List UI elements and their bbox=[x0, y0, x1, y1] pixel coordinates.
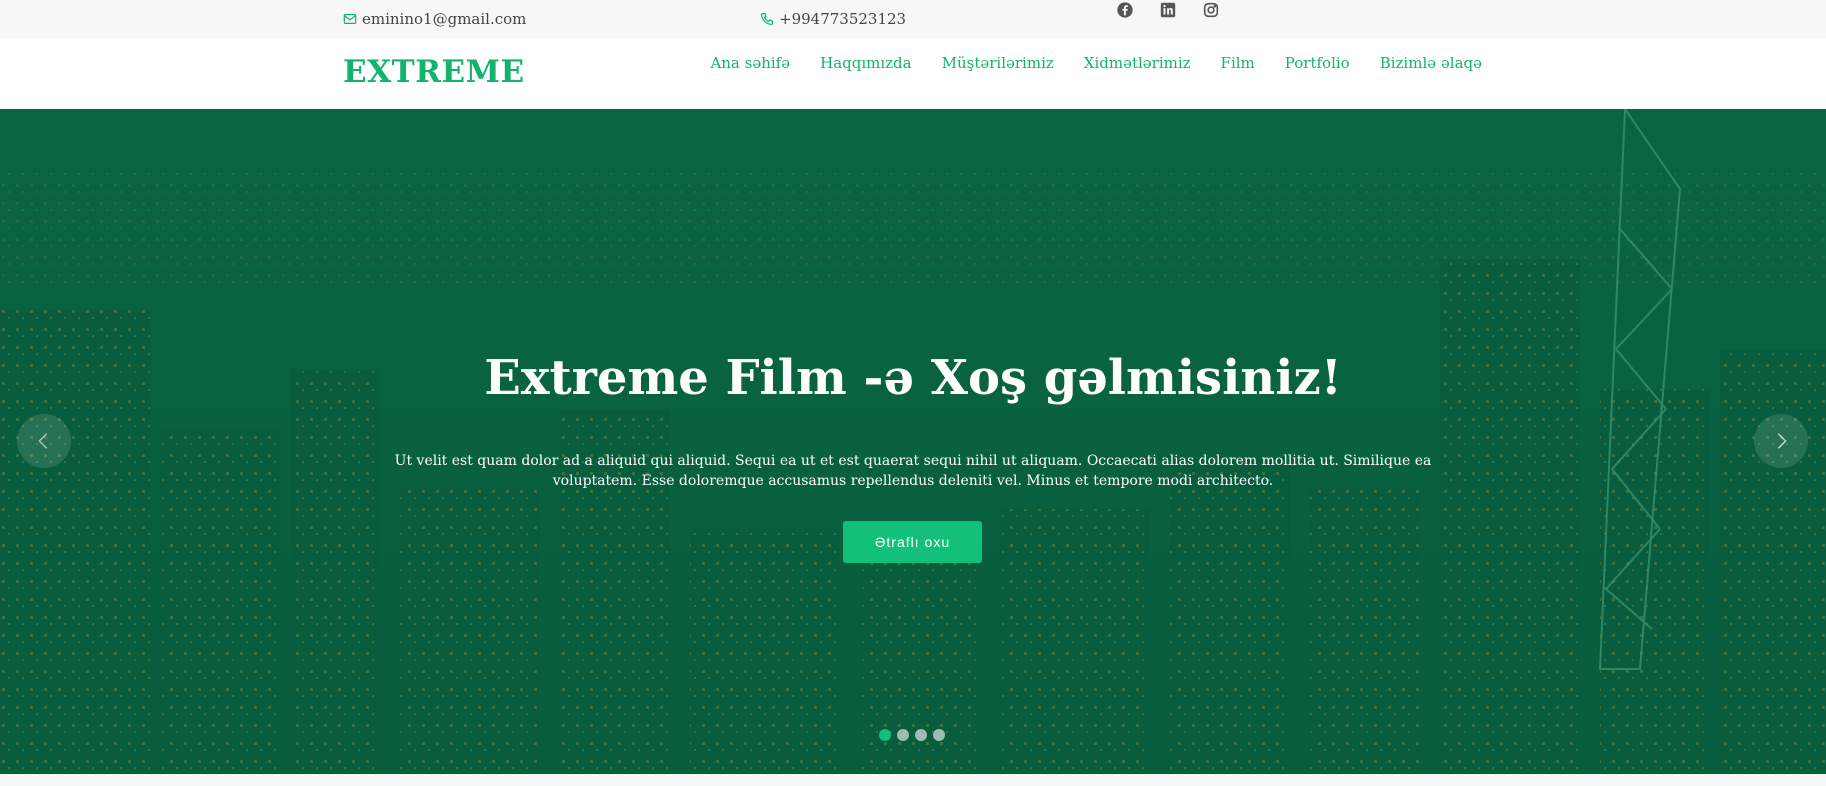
read-more-button[interactable]: Ətraflı oxu bbox=[843, 521, 982, 563]
envelope-icon bbox=[343, 14, 357, 24]
hero-carousel: Extreme Film -ə Xoş gəlmisiniz! Ut velit… bbox=[0, 109, 1826, 774]
nav-clients[interactable]: Müştərilərimiz bbox=[942, 54, 1054, 72]
carousel-next-button[interactable] bbox=[1754, 414, 1808, 468]
social-links bbox=[1116, 1, 1222, 21]
nav-contact[interactable]: Bizimlə əlaqə bbox=[1380, 54, 1482, 72]
carousel-dot-4[interactable] bbox=[933, 729, 945, 741]
email-text: eminino1@gmail.com bbox=[362, 10, 527, 28]
facebook-icon[interactable] bbox=[1116, 1, 1136, 21]
hero-overlay bbox=[0, 109, 1826, 774]
next-section-edge bbox=[0, 774, 1826, 786]
carousel-prev-button[interactable] bbox=[17, 414, 71, 468]
nav-portfolio[interactable]: Portfolio bbox=[1285, 54, 1350, 72]
nav-home[interactable]: Ana səhifə bbox=[710, 54, 790, 72]
email-contact[interactable]: eminino1@gmail.com bbox=[343, 10, 526, 28]
chevron-right-icon bbox=[1777, 433, 1787, 449]
main-nav: Ana səhifə Haqqımızda Müştərilərimiz Xid… bbox=[710, 54, 1482, 72]
chevron-left-icon bbox=[38, 433, 48, 449]
phone-contact[interactable]: +994773523123 bbox=[760, 10, 906, 28]
phone-icon bbox=[760, 12, 774, 26]
carousel-dot-1[interactable] bbox=[879, 729, 891, 741]
site-logo[interactable]: EXTREME bbox=[343, 54, 525, 90]
nav-film[interactable]: Film bbox=[1221, 54, 1255, 72]
instagram-icon[interactable] bbox=[1202, 1, 1222, 21]
nav-services[interactable]: Xidmətlərimiz bbox=[1084, 54, 1191, 72]
carousel-dot-2[interactable] bbox=[897, 729, 909, 741]
hero-title: Extreme Film -ə Xoş gəlmisiniz! bbox=[484, 350, 1342, 406]
carousel-indicators bbox=[879, 729, 945, 741]
top-bar: eminino1@gmail.com +994773523123 bbox=[0, 0, 1826, 38]
nav-about[interactable]: Haqqımızda bbox=[820, 54, 912, 72]
hero-description: Ut velit est quam dolor ad a aliquid qui… bbox=[394, 453, 1432, 489]
linkedin-icon[interactable] bbox=[1159, 1, 1179, 21]
main-header: EXTREME Ana səhifə Haqqımızda Müştərilər… bbox=[0, 38, 1826, 109]
phone-text: +994773523123 bbox=[779, 10, 907, 28]
carousel-dot-3[interactable] bbox=[915, 729, 927, 741]
